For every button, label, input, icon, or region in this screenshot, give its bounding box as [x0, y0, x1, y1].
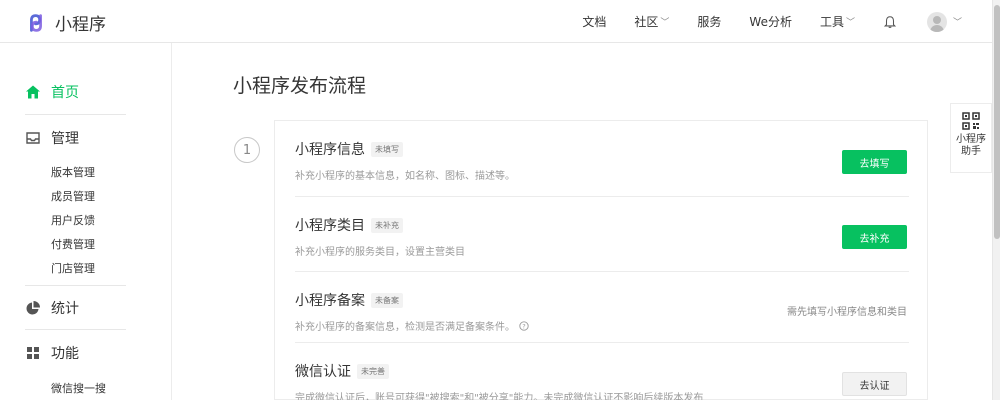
step-number: 1 [234, 137, 260, 163]
row-description: 补充小程序的备案信息，检测是否满足备案条件。 [295, 322, 515, 333]
sidebar-item-wechat-search[interactable]: 微信搜一搜 [51, 380, 106, 396]
sidebar-management-label: 管理 [51, 131, 79, 147]
row-title-wrap: 小程序信息 未填写 [295, 139, 909, 159]
add-category-button[interactable]: 去补充 [842, 225, 907, 249]
list-item: 小程序类目 未补充 补充小程序的服务类目，设置主营类目 [295, 215, 909, 258]
sidebar-features-head: 功能 [25, 343, 126, 363]
pie-chart-icon [26, 301, 40, 315]
sidebar-features-label: 功能 [51, 346, 79, 362]
status-badge: 未完善 [357, 363, 389, 379]
filing-hint: 需先填写小程序信息和类目 [787, 307, 907, 318]
avatar-body [929, 24, 944, 32]
sidebar-statistics-head: 统计 [25, 298, 126, 318]
nav-we-analysis[interactable]: We分析 [749, 13, 792, 30]
sidebar-statistics-label: 统计 [51, 301, 79, 317]
scrollbar-thumb[interactable] [994, 5, 1000, 239]
status-badge: 未补充 [371, 217, 403, 233]
logo[interactable]: 小程序 [25, 10, 106, 35]
row-divider [295, 271, 909, 272]
fill-info-button[interactable]: 去填写 [842, 150, 907, 174]
svg-text:?: ? [522, 322, 525, 330]
nav-docs[interactable]: 文档 [582, 13, 606, 30]
scrollbar[interactable] [992, 0, 1000, 400]
sidebar-item-management[interactable]: 管理 [25, 128, 126, 148]
avatar-head [932, 15, 941, 24]
qr-code-icon [962, 112, 980, 130]
sidebar-item-home[interactable]: 首页 [25, 82, 126, 102]
sidebar-home-label: 首页 [51, 85, 79, 101]
sidebar-item-store-management[interactable]: 门店管理 [51, 260, 95, 276]
help-icon[interactable]: ? [519, 320, 529, 331]
top-bar: 小程序 文档 社区 ﹀ 服务 We分析 工具 ﹀ ﹀ [0, 0, 992, 43]
page-title: 小程序发布流程 [233, 75, 367, 97]
sidebar-item-features[interactable]: 功能 [25, 343, 126, 363]
row-description-wrap: 补充小程序的备案信息，检测是否满足备案条件。 ? [295, 318, 909, 333]
row-title: 小程序信息 [295, 142, 365, 158]
row-title: 微信认证 [295, 364, 351, 380]
sidebar-item-payment-management[interactable]: 付费管理 [51, 236, 95, 252]
grid-icon [27, 347, 39, 359]
row-title-wrap: 小程序类目 未补充 [295, 215, 909, 235]
mini-program-assistant-button[interactable]: 小程序助手 [950, 103, 992, 173]
row-divider [295, 196, 909, 197]
row-description: 补充小程序的服务类目，设置主营类目 [295, 247, 465, 258]
row-divider [295, 342, 909, 343]
sidebar-divider [25, 285, 126, 286]
sidebar-item-statistics[interactable]: 统计 [25, 298, 126, 318]
inbox-icon [26, 132, 40, 144]
row-title: 小程序备案 [295, 293, 365, 309]
nav-community-label: 社区 [634, 15, 659, 29]
list-item: 微信认证 未完善 完成微信认证后，账号可获得"被搜索"和"被分享"能力。未完成微… [295, 361, 909, 400]
sidebar-divider [25, 329, 126, 330]
bell-icon[interactable] [883, 15, 897, 29]
publish-steps-card: 小程序信息 未填写 补充小程序的基本信息，如名称、图标、描述等。 去填写 小程序… [274, 120, 928, 400]
home-icon [26, 85, 40, 99]
row-description: 补充小程序的基本信息，如名称、图标、描述等。 [295, 171, 515, 182]
sidebar-home-head: 首页 [25, 82, 126, 102]
top-nav: 文档 社区 ﹀ 服务 We分析 工具 ﹀ ﹀ [582, 0, 992, 43]
row-description: 完成微信认证后，账号可获得"被搜索"和"被分享"能力。未完成微信认证不影响后续版… [295, 393, 704, 400]
nav-services[interactable]: 服务 [697, 13, 721, 30]
sidebar-item-version-management[interactable]: 版本管理 [51, 164, 95, 180]
app-name: 小程序 [55, 15, 106, 35]
verify-button[interactable]: 去认证 [842, 372, 907, 396]
avatar-circle [926, 11, 947, 32]
chevron-down-icon[interactable]: ﹀ [953, 15, 962, 28]
nav-tools[interactable]: 工具 ﹀ [820, 13, 855, 30]
avatar[interactable] [926, 11, 947, 32]
status-badge: 未备案 [371, 292, 403, 308]
sidebar-management-head: 管理 [25, 128, 126, 148]
chevron-down-icon: ﹀ [660, 18, 670, 28]
chevron-down-icon: ﹀ [845, 18, 855, 28]
list-item: 小程序信息 未填写 补充小程序的基本信息，如名称、图标、描述等。 [295, 139, 909, 182]
status-badge: 未填写 [371, 141, 403, 157]
nav-tools-label: 工具 [819, 15, 844, 29]
mini-program-logo-icon [30, 13, 42, 32]
assistant-label: 小程序助手 [956, 134, 986, 157]
sidebar-item-member-management[interactable]: 成员管理 [51, 188, 95, 204]
sidebar-item-user-feedback[interactable]: 用户反馈 [51, 212, 95, 228]
sidebar-divider [25, 114, 126, 115]
row-title: 小程序类目 [295, 218, 365, 234]
nav-community[interactable]: 社区 ﹀ [634, 13, 669, 30]
row-title-wrap: 微信认证 未完善 [295, 361, 909, 381]
